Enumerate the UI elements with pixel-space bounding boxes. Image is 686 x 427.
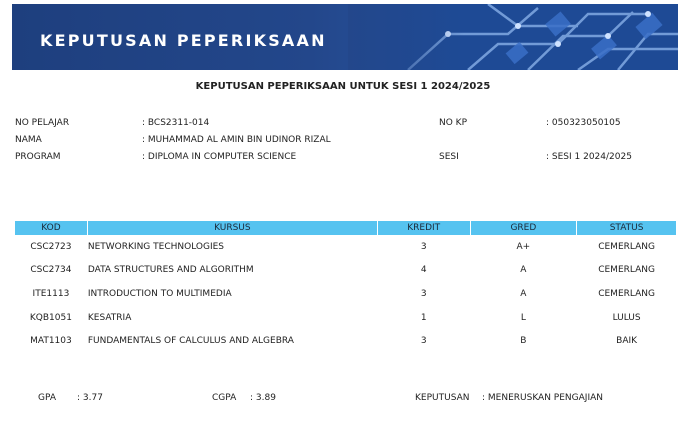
course-status: LULUS	[612, 312, 641, 323]
course-code: CSC2734	[30, 265, 72, 276]
no-pelajar-value: : BCS2311-014	[142, 118, 210, 128]
column-header-kursus: KURSUS	[87, 221, 377, 235]
course-code: ITE1113	[32, 288, 70, 299]
nama-value: : MUHAMMAD AL AMIN BIN UDINOR RIZAL	[142, 135, 331, 145]
page-title: KEPUTUSAN PEPERIKSAAN UNTUK SESI 1 2024/…	[195, 81, 491, 92]
course-name: DATA STRUCTURES AND ALGORITHM	[87, 265, 254, 276]
column-header-kod: KOD	[15, 221, 87, 235]
program-label: PROGRAM	[15, 152, 61, 162]
course-code: MAT1103	[30, 336, 72, 347]
header-banner: KEPUTUSAN PEPERIKSAAN	[12, 4, 678, 70]
table-row: MAT1103 FUNDAMENTALS OF CALCULUS AND ALG…	[15, 329, 676, 353]
table-header-row: KOD KURSUS KREDIT GRED STATUS	[15, 221, 676, 235]
column-header-gred: GRED	[470, 221, 577, 235]
table-row: CSC2723 NETWORKING TECHNOLOGIES 3 A+ CEM…	[15, 235, 676, 259]
cgpa-value: : 3.89	[250, 393, 276, 403]
course-grade: L	[520, 312, 526, 323]
course-status: CEMERLANG	[598, 241, 655, 252]
course-status: BAIK	[616, 336, 638, 347]
course-credit: 1	[420, 312, 427, 323]
course-grade: B	[520, 336, 527, 347]
course-name: NETWORKING TECHNOLOGIES	[87, 241, 224, 252]
course-status: CEMERLANG	[598, 288, 655, 299]
course-credit: 3	[420, 336, 427, 347]
table-row: CSC2734 DATA STRUCTURES AND ALGORITHM 4 …	[15, 259, 676, 283]
sesi-label: SESI	[439, 152, 459, 162]
course-name: KESATRIA	[87, 312, 132, 323]
table-row: ITE1113 INTRODUCTION TO MULTIMEDIA 3 A C…	[15, 282, 676, 306]
course-status: CEMERLANG	[598, 265, 655, 276]
course-credit: 3	[420, 288, 427, 299]
keputusan-value: : MENERUSKAN PENGAJIAN	[482, 393, 603, 403]
course-grade: A	[520, 265, 527, 276]
course-code: KQB1051	[29, 312, 72, 323]
column-header-status: STATUS	[577, 221, 676, 235]
cgpa-label: CGPA	[212, 393, 237, 403]
banner-title: KEPUTUSAN PEPERIKSAAN	[40, 31, 327, 50]
course-grade: A+	[516, 241, 531, 252]
course-credit: 3	[420, 241, 427, 252]
course-name: FUNDAMENTALS OF CALCULUS AND ALGEBRA	[87, 336, 294, 347]
course-name: INTRODUCTION TO MULTIMEDIA	[87, 288, 232, 299]
course-credit: 4	[420, 265, 427, 276]
table-row: KQB1051 KESATRIA 1 L LULUS	[15, 306, 676, 330]
keputusan-label: KEPUTUSAN	[415, 393, 470, 403]
course-grade: A	[520, 288, 527, 299]
nama-label: NAMA	[15, 135, 42, 145]
column-header-kredit: KREDIT	[377, 221, 470, 235]
results-table: KOD KURSUS KREDIT GRED STATUS CSC2723 NE…	[14, 221, 677, 353]
gpa-label: GPA	[38, 393, 56, 403]
program-value: : DIPLOMA IN COMPUTER SCIENCE	[142, 152, 297, 162]
no-kp-label: NO KP	[439, 118, 468, 128]
sesi-value: : SESI 1 2024/2025	[546, 152, 632, 162]
circuit-pattern-graphic	[348, 4, 678, 70]
no-pelajar-label: NO PELAJAR	[15, 118, 70, 128]
course-code: CSC2723	[30, 241, 72, 252]
no-kp-value: : 050323050105	[546, 118, 621, 128]
gpa-value: : 3.77	[77, 393, 103, 403]
